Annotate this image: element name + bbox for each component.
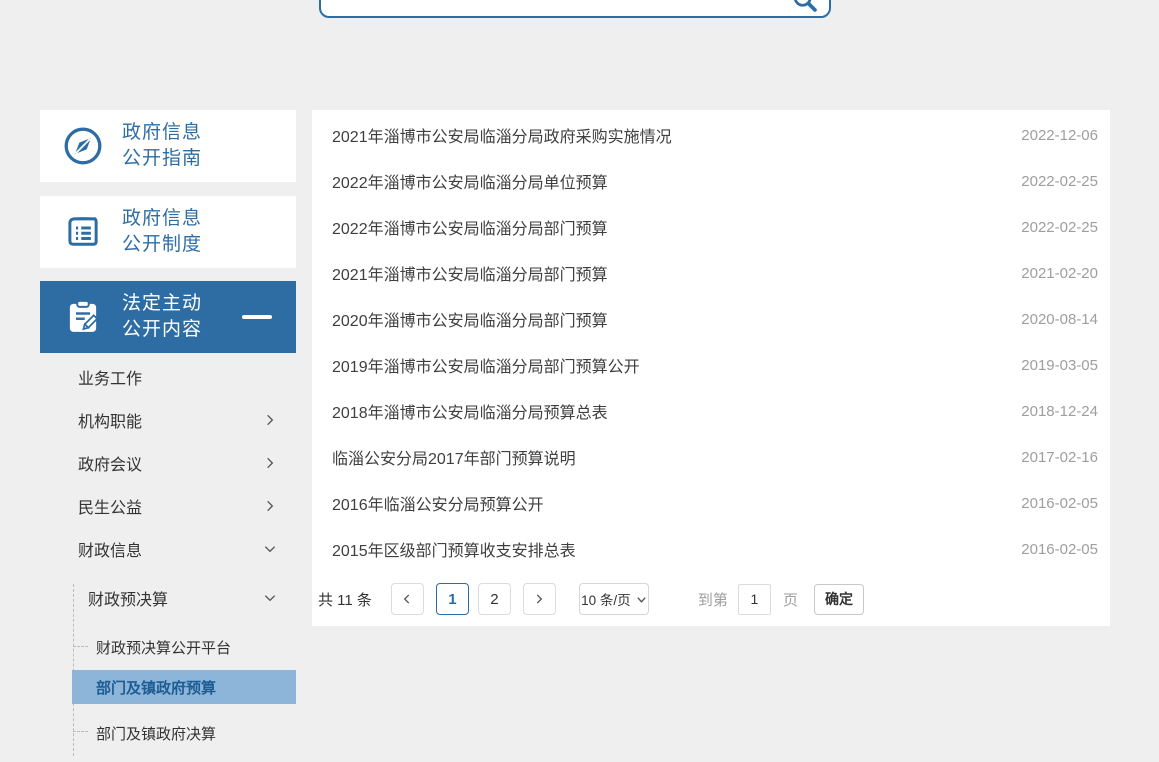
menu-label: 民生公益	[78, 494, 142, 518]
page: 政府信息 公开指南 政府信息 公开制度	[0, 0, 1159, 762]
sidebar-item-fiscal-info[interactable]: 财政信息	[40, 527, 296, 570]
chevron-left-icon	[400, 592, 414, 606]
confirm-button[interactable]: 确定	[814, 584, 864, 615]
sidebar-item-dept-town-budget[interactable]: 部门及镇政府预算	[72, 670, 296, 704]
page-size-value: 10 条/页	[581, 589, 631, 609]
sidebar-card-guide[interactable]: 政府信息 公开指南	[40, 110, 296, 182]
compass-icon	[62, 125, 104, 167]
page-button-1[interactable]: 1	[436, 583, 469, 615]
menu-label: 政府会议	[78, 451, 142, 475]
doc-title: 2021年淄博市公安局临淄分局政府采购实施情况	[332, 123, 672, 147]
list-item[interactable]: 2020年淄博市公安局临淄分局部门预算 2020-08-14	[312, 296, 1110, 342]
doc-date: 2020-08-14	[1021, 311, 1098, 328]
sidebar-card-label: 政府信息 公开制度	[122, 206, 202, 258]
doc-date: 2017-02-16	[1021, 449, 1098, 466]
doc-title: 临淄公安分局2017年部门预算说明	[332, 445, 576, 469]
pagination-bar: 共 11 条 1 2 10 条/页 到第 页 确定	[312, 572, 1110, 626]
total-count-label: 共 11 条	[318, 589, 372, 610]
sidebar-item-business-work[interactable]: 业务工作	[40, 355, 296, 398]
menu-label: 业务工作	[78, 365, 142, 389]
sidebar-item-org-functions[interactable]: 机构职能	[40, 398, 296, 441]
chevron-right-icon	[262, 498, 278, 514]
list-item[interactable]: 临淄公安分局2017年部门预算说明 2017-02-16	[312, 434, 1110, 480]
menu-label: 部门及镇政府预算	[96, 677, 216, 698]
doc-title: 2020年淄博市公安局临淄分局部门预算	[332, 307, 608, 331]
doc-date: 2022-02-25	[1021, 219, 1098, 236]
doc-title: 2021年淄博市公安局临淄分局部门预算	[332, 261, 608, 285]
doc-title: 2016年临淄公安分局预算公开	[332, 491, 544, 515]
menu-label: 财政预决算	[88, 586, 168, 610]
chevron-down-icon	[636, 594, 647, 605]
menu-label: 机构职能	[78, 408, 142, 432]
list-item[interactable]: 2018年淄博市公安局临淄分局预算总表 2018-12-24	[312, 388, 1110, 434]
sidebar-item-budget-platform[interactable]: 财政预决算公开平台	[40, 626, 296, 669]
doc-date: 2019-03-05	[1021, 357, 1098, 374]
list-item[interactable]: 2022年淄博市公安局临淄分局部门预算 2022-02-25	[312, 204, 1110, 250]
doc-title: 2018年淄博市公安局临淄分局预算总表	[332, 399, 608, 423]
sidebar-card-label: 法定主动 公开内容	[122, 291, 202, 343]
page-button-2[interactable]: 2	[478, 583, 511, 615]
prev-page-button[interactable]	[391, 583, 424, 615]
chevron-down-icon	[262, 590, 278, 606]
clipboard-pencil-icon	[62, 296, 104, 338]
goto-page-suffix: 页	[783, 589, 798, 610]
doc-date: 2022-02-25	[1021, 173, 1098, 190]
chevron-down-icon	[262, 541, 278, 557]
sidebar-item-dept-town-finalaccounts[interactable]: 部门及镇政府决算	[40, 712, 296, 755]
doc-date: 2016-02-05	[1021, 541, 1098, 558]
doc-date: 2018-12-24	[1021, 403, 1098, 420]
doc-date: 2021-02-20	[1021, 265, 1098, 282]
doc-title: 2019年淄博市公安局临淄分局部门预算公开	[332, 353, 640, 377]
menu-label: 财政信息	[78, 537, 142, 561]
list-item[interactable]: 2021年淄博市公安局临淄分局政府采购实施情况 2022-12-06	[312, 112, 1110, 158]
chevron-right-icon	[262, 412, 278, 428]
menu-label: 部门及镇政府决算	[96, 723, 216, 744]
ledger-icon	[62, 211, 104, 253]
list-item[interactable]: 2021年淄博市公安局临淄分局部门预算 2021-02-20	[312, 250, 1110, 296]
sidebar-item-gov-meetings[interactable]: 政府会议	[40, 441, 296, 484]
doc-title: 2022年淄博市公安局临淄分局部门预算	[332, 215, 608, 239]
list-item[interactable]: 2016年临淄公安分局预算公开 2016-02-05	[312, 480, 1110, 526]
list-item[interactable]: 2022年淄博市公安局临淄分局单位预算 2022-02-25	[312, 158, 1110, 204]
list-item[interactable]: 2019年淄博市公安局临淄分局部门预算公开 2019-03-05	[312, 342, 1110, 388]
sidebar-card-system[interactable]: 政府信息 公开制度	[40, 196, 296, 268]
sidebar-card-label: 政府信息 公开指南	[122, 120, 202, 172]
page-size-select[interactable]: 10 条/页	[579, 583, 649, 615]
menu-label: 财政预决算公开平台	[96, 637, 231, 658]
chevron-right-icon	[532, 592, 546, 606]
doc-title: 2015年区级部门预算收支安排总表	[332, 537, 576, 561]
list-item[interactable]: 2015年区级部门预算收支安排总表 2016-02-05	[312, 526, 1110, 572]
sidebar-item-livelihood[interactable]: 民生公益	[40, 484, 296, 527]
sidebar-item-budget-finalaccounts[interactable]: 财政预决算	[40, 576, 296, 619]
document-list-panel: 2021年淄博市公安局临淄分局政府采购实施情况 2022-12-06 2022年…	[312, 110, 1110, 626]
doc-title: 2022年淄博市公安局临淄分局单位预算	[332, 169, 608, 193]
search-input[interactable]	[333, 0, 773, 16]
next-page-button[interactable]	[523, 583, 556, 615]
search-box	[319, 0, 831, 18]
chevron-right-icon	[262, 455, 278, 471]
doc-date: 2022-12-06	[1021, 127, 1098, 144]
search-icon[interactable]	[791, 0, 819, 14]
collapse-minus-icon[interactable]	[242, 315, 272, 319]
goto-page-input[interactable]	[738, 584, 771, 615]
goto-page-label: 到第	[698, 589, 728, 610]
doc-date: 2016-02-05	[1021, 495, 1098, 512]
sidebar-card-proactive-disclosure[interactable]: 法定主动 公开内容	[40, 281, 296, 353]
